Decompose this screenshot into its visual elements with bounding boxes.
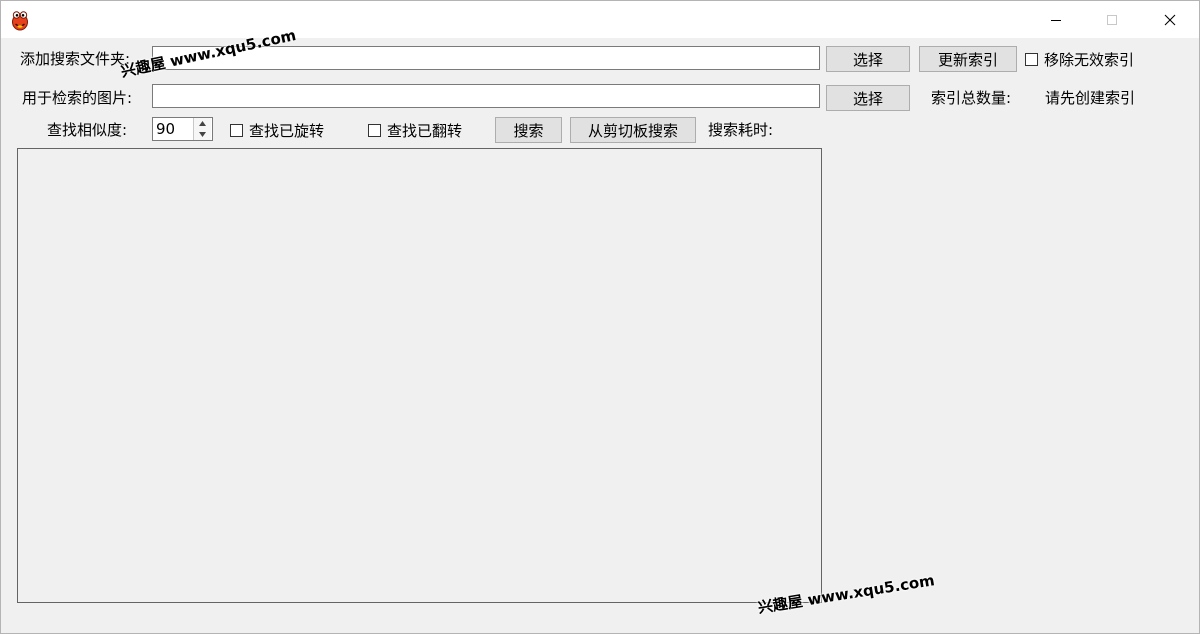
maximize-icon bbox=[1107, 14, 1117, 25]
search-image-input[interactable] bbox=[152, 84, 820, 108]
search-time-label: 搜索耗时: bbox=[708, 121, 774, 139]
checkbox-box[interactable] bbox=[1025, 53, 1038, 66]
stepper-arrows bbox=[193, 118, 212, 140]
similarity-stepper[interactable]: 90 bbox=[152, 117, 213, 141]
checkbox-box[interactable] bbox=[368, 124, 381, 137]
select-image-button[interactable]: 选择 bbox=[826, 85, 910, 111]
app-window: 添加搜索文件夹: 选择 更新索引 移除无效索引 用于检索的图片: 选择 索引总数… bbox=[0, 0, 1200, 634]
find-rotated-checkbox[interactable]: 查找已旋转 bbox=[230, 120, 324, 141]
update-index-button[interactable]: 更新索引 bbox=[919, 46, 1017, 72]
close-icon bbox=[1164, 14, 1176, 25]
remove-invalid-index-checkbox[interactable]: 移除无效索引 bbox=[1025, 49, 1134, 70]
similarity-value[interactable]: 90 bbox=[156, 119, 175, 139]
find-flipped-label: 查找已翻转 bbox=[387, 122, 463, 140]
results-panel[interactable] bbox=[17, 148, 822, 603]
title-bar bbox=[1, 1, 1199, 38]
find-rotated-label: 查找已旋转 bbox=[249, 122, 325, 140]
frog-mascot-icon bbox=[11, 9, 29, 31]
caret-up-icon bbox=[199, 121, 206, 126]
find-flipped-checkbox[interactable]: 查找已翻转 bbox=[368, 120, 462, 141]
search-image-label: 用于检索的图片: bbox=[22, 89, 133, 107]
close-button[interactable] bbox=[1147, 1, 1193, 38]
caret-down-icon bbox=[199, 132, 206, 137]
select-folder-button[interactable]: 选择 bbox=[826, 46, 910, 72]
remove-invalid-index-label: 移除无效索引 bbox=[1044, 51, 1135, 69]
index-count-value: 请先创建索引 bbox=[1045, 89, 1136, 107]
search-button[interactable]: 搜索 bbox=[495, 117, 562, 143]
checkbox-box[interactable] bbox=[230, 124, 243, 137]
similarity-label: 查找相似度: bbox=[47, 121, 128, 139]
minimize-button[interactable] bbox=[1033, 1, 1079, 38]
maximize-button[interactable] bbox=[1089, 1, 1135, 38]
minimize-icon bbox=[1051, 19, 1061, 21]
stepper-down-button[interactable] bbox=[194, 129, 211, 140]
clipboard-search-button[interactable]: 从剪切板搜索 bbox=[570, 117, 696, 143]
index-count-label: 索引总数量: bbox=[931, 89, 1012, 107]
search-folder-label: 添加搜索文件夹: bbox=[20, 50, 131, 68]
